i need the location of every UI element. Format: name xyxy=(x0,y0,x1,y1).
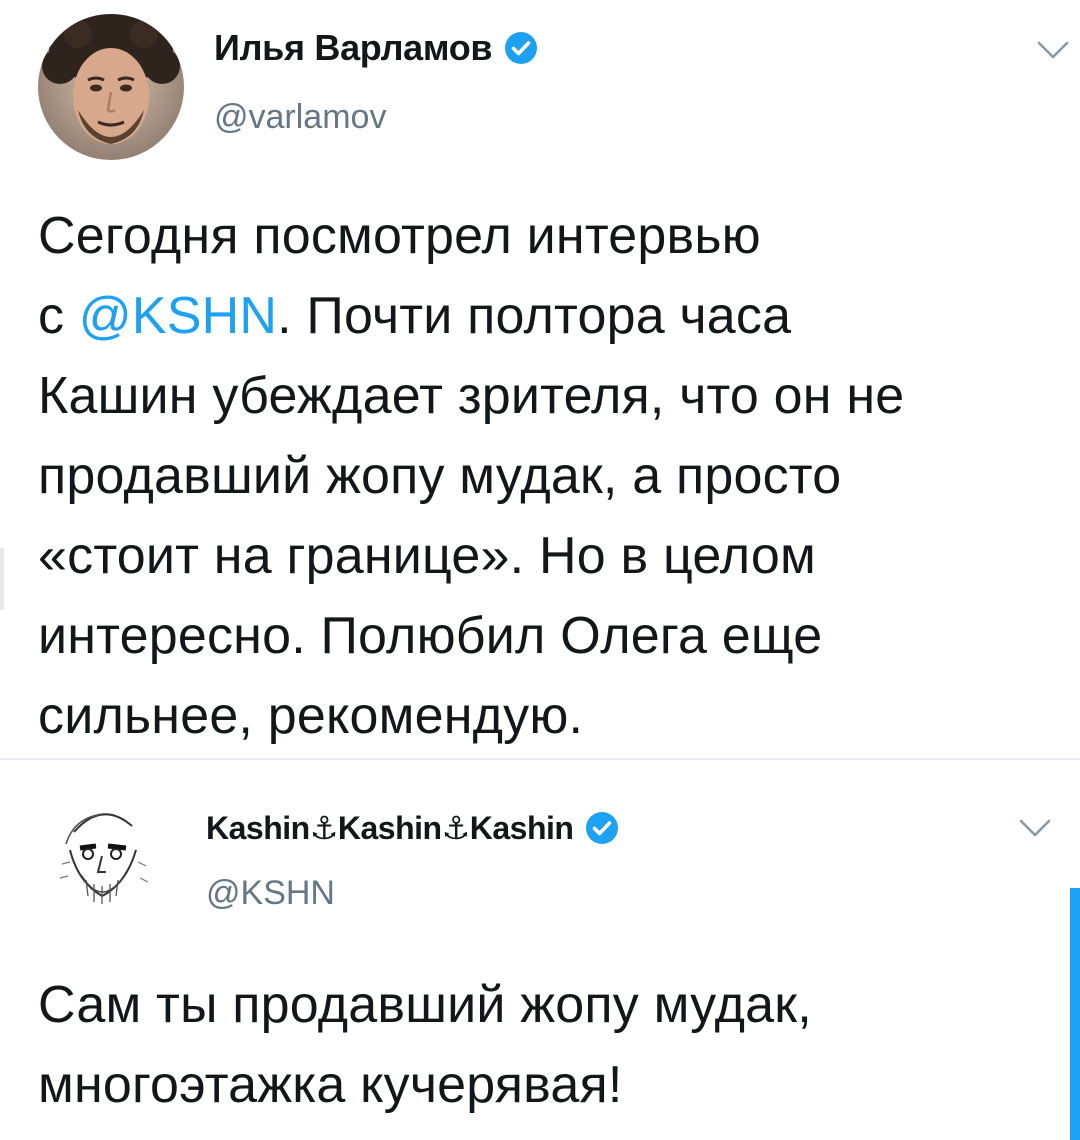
scrollbar[interactable] xyxy=(1070,888,1080,1140)
author-name-row: Илья Варламов xyxy=(214,22,538,74)
verified-badge-icon xyxy=(504,31,538,65)
tweet-text-line: Сам ты продавший жопу мудак, xyxy=(38,976,812,1034)
tweet-text: Сам ты продавший жопу мудак, многоэтажка… xyxy=(38,965,1038,1125)
tweet-text: Сегодня посмотрел интервью с @KSHN. Почт… xyxy=(38,196,1068,756)
tweet-text-line: интересно. Полюбил Олега еще xyxy=(38,607,823,665)
author-handle[interactable]: @KSHN xyxy=(206,874,335,913)
author-avatar[interactable] xyxy=(38,14,184,160)
tweet-text-line: сильнее, рекомендую. xyxy=(38,687,584,745)
author-avatar[interactable] xyxy=(44,792,162,910)
tweet-text-line: продавший жопу мудак, а просто xyxy=(38,447,842,505)
author-name-row: Kashin⚓Kashin⚓Kashin xyxy=(206,802,619,854)
tweet-text-fragment: с xyxy=(38,287,79,345)
author-name[interactable]: Илья Варламов xyxy=(214,27,493,69)
tweet-varlamov[interactable]: Илья Варламов @varlamov Сегодня посмотре… xyxy=(0,0,1080,760)
tweet-text-fragment: . Почти полтора часа xyxy=(277,287,792,345)
mention-link[interactable]: @KSHN xyxy=(79,287,277,345)
tweet-text-line: «стоит на границе». Но в целом xyxy=(38,527,816,585)
author-name[interactable]: Kashin⚓Kashin⚓Kashin xyxy=(206,809,574,847)
tweet-text-line: с @KSHN. Почти полтора часа xyxy=(38,276,1068,356)
tweet-text-line: многоэтажка кучерявая! xyxy=(38,1056,623,1114)
edge-marker xyxy=(0,548,4,610)
author-handle[interactable]: @varlamov xyxy=(214,98,386,137)
tweet-text-line: Кашин убеждает зрителя, что он не xyxy=(38,367,905,425)
chevron-down-icon[interactable] xyxy=(1036,38,1070,62)
tweet-kshn[interactable]: Kashin⚓Kashin⚓Kashin @KSHN Сам ты продав… xyxy=(0,760,1080,1140)
chevron-down-icon[interactable] xyxy=(1018,816,1052,840)
tweet-text-line: Сегодня посмотрел интервью xyxy=(38,207,761,265)
verified-badge-icon xyxy=(585,811,619,845)
